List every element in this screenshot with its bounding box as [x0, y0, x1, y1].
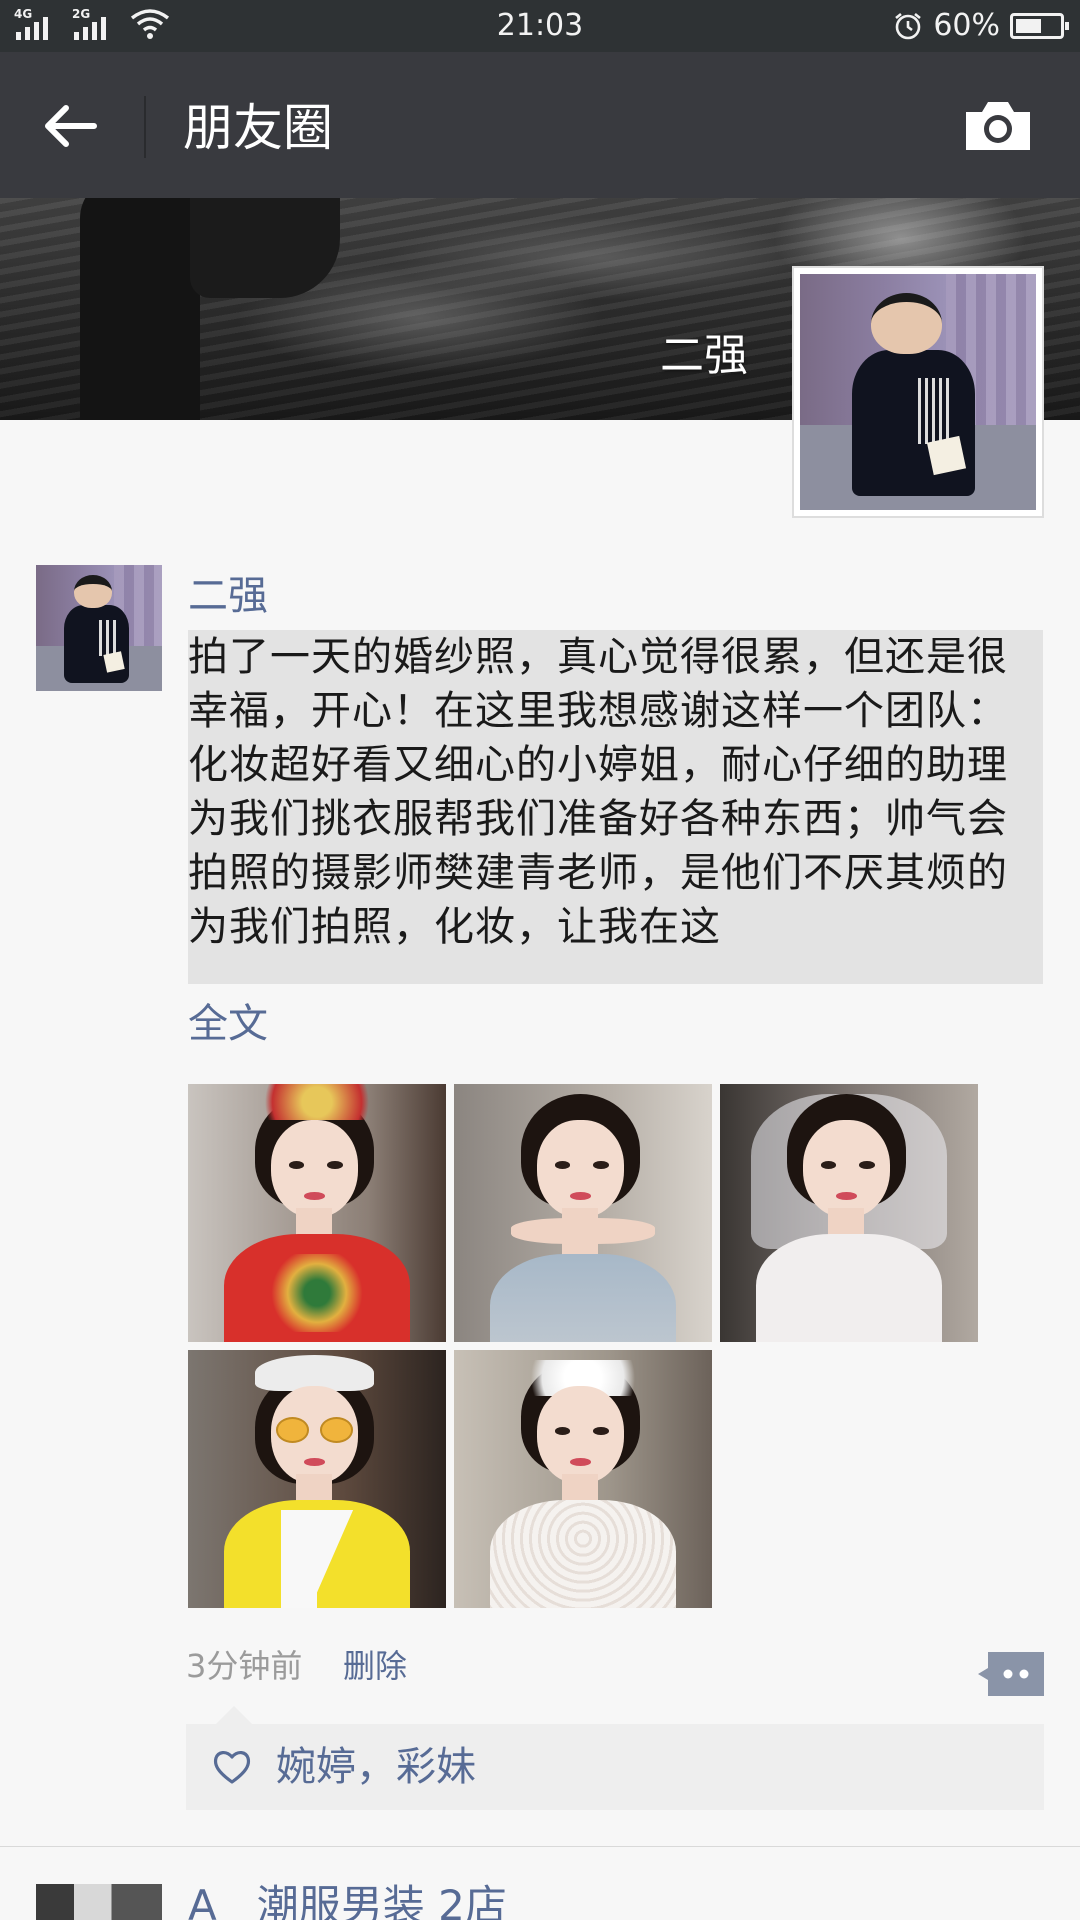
liked-by-names[interactable]: 婉婷，彩妹: [276, 1742, 476, 1792]
alarm-clock-icon: [895, 12, 922, 40]
next-post-author[interactable]: A 潮服男装 2店: [188, 1880, 507, 1920]
page-title: 朋友圈: [183, 99, 333, 157]
likes-panel: 婉婷，彩妹: [186, 1706, 1044, 1810]
heart-icon: [213, 1751, 251, 1784]
battery-fill: [1016, 19, 1042, 33]
post-photo[interactable]: [454, 1350, 712, 1608]
post-author-avatar[interactable]: [36, 565, 162, 691]
post-photo[interactable]: [454, 1084, 712, 1342]
post-photo[interactable]: [720, 1084, 978, 1342]
next-post-avatar[interactable]: [36, 1884, 162, 1920]
post-photo[interactable]: [188, 1084, 446, 1342]
profile-avatar[interactable]: [792, 266, 1044, 518]
delete-button[interactable]: 删除: [343, 1644, 407, 1688]
comment-menu-icon[interactable]: [978, 1652, 1044, 1696]
battery-percent: 60%: [933, 8, 1000, 43]
full-text-link[interactable]: 全文: [188, 998, 268, 1050]
status-right: 60%: [893, 8, 1069, 44]
arrow-left-icon[interactable]: [40, 98, 104, 154]
battery-icon: [1010, 13, 1069, 39]
post-author-name[interactable]: 二强: [188, 570, 268, 622]
post-timestamp: 3分钟前: [186, 1647, 303, 1685]
camera-icon[interactable]: [962, 98, 1034, 154]
post-text[interactable]: 拍了一天的婚纱照，真心觉得很累，但还是很幸福，开心！在这里我想感谢这样一个团队：…: [188, 630, 1043, 984]
post-divider: [0, 1846, 1080, 1847]
avatar-photo: [36, 565, 162, 691]
title-divider: [144, 96, 146, 158]
cover-figure: [190, 198, 340, 298]
title-bar: 朋友圈: [0, 52, 1080, 198]
cover-user-name: 二强: [660, 330, 748, 381]
status-bar: 4G 2G 21:03 60%: [0, 0, 1080, 52]
avatar-photo: [800, 274, 1036, 510]
cover-figure: [80, 198, 200, 420]
post-photo[interactable]: [188, 1350, 446, 1608]
